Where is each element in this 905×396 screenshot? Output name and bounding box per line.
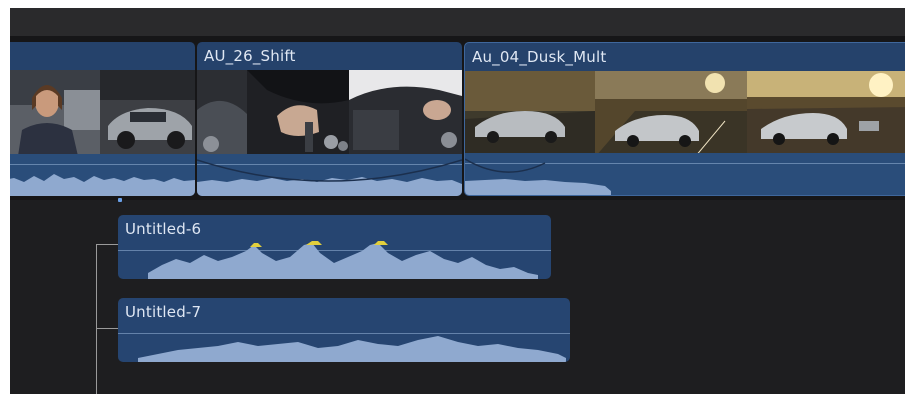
timeline[interactable]: AU_26_Shift Au_04_Dusk_Mult Untitled-6 U… bbox=[10, 8, 905, 394]
clip-audio-waveform bbox=[10, 154, 195, 196]
thumbnail-car-road-sunset-2 bbox=[595, 71, 747, 157]
primary-clip-au-26-shift[interactable]: AU_26_Shift bbox=[197, 42, 462, 196]
thumbnail-car-road-sunset-1 bbox=[465, 71, 595, 157]
thumbnail-gear-shift bbox=[197, 70, 247, 156]
clip-audio-waveform bbox=[197, 154, 462, 196]
connected-clip-untitled-7[interactable]: Untitled-7 bbox=[118, 298, 570, 362]
connection-line-untitled-7 bbox=[96, 328, 118, 329]
clip-title: Au_04_Dusk_Mult bbox=[472, 48, 607, 66]
connected-clip-untitled-6[interactable]: Untitled-6 bbox=[118, 215, 551, 279]
clip-filmstrip bbox=[465, 71, 905, 157]
connection-line-untitled-6 bbox=[96, 244, 118, 245]
thumbnail-car-garage bbox=[100, 70, 195, 156]
thumbnail-interview-woman bbox=[10, 70, 100, 156]
timeline-ruler[interactable] bbox=[10, 8, 905, 36]
primary-clip-au-04-dusk-mult[interactable]: Au_04_Dusk_Mult bbox=[464, 42, 905, 196]
connection-line-vertical bbox=[96, 244, 97, 394]
thumbnail-hand-shifter bbox=[247, 70, 349, 156]
waveform-untitled-6 bbox=[148, 241, 538, 279]
clip-filmstrip bbox=[197, 70, 462, 156]
clip-audio-waveform bbox=[465, 153, 905, 195]
clip-filmstrip bbox=[10, 70, 195, 156]
primary-clip-interview[interactable] bbox=[10, 42, 195, 196]
thumbnail-steering-hand bbox=[349, 70, 462, 156]
clip-connection-marker bbox=[118, 198, 122, 202]
thumbnail-car-road-sunset-3 bbox=[747, 71, 905, 157]
waveform-untitled-7 bbox=[138, 336, 566, 362]
clip-title: AU_26_Shift bbox=[204, 47, 296, 65]
